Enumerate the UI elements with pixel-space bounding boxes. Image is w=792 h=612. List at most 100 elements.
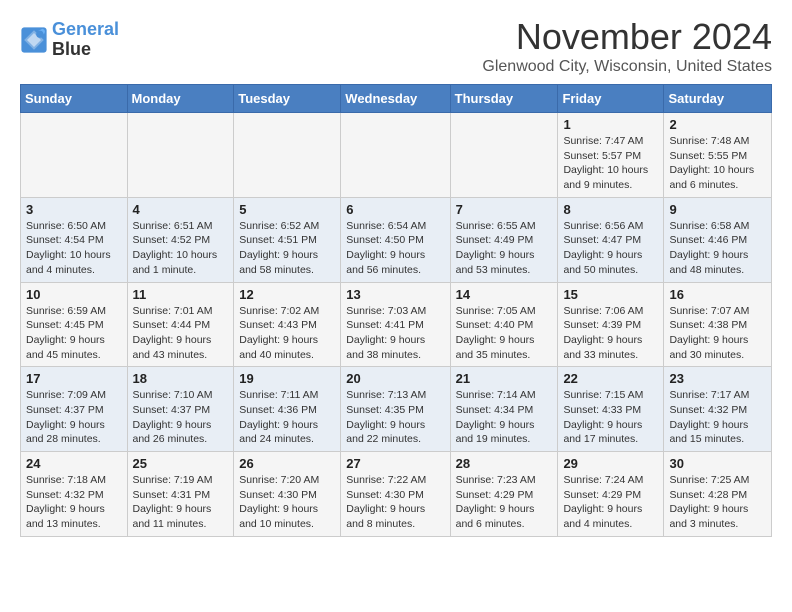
day-number: 8 — [563, 202, 658, 217]
day-info: Sunrise: 7:07 AM Sunset: 4:38 PM Dayligh… — [669, 304, 766, 363]
calendar-cell: 8 Sunrise: 6:56 AM Sunset: 4:47 PM Daylig… — [558, 197, 664, 282]
day-info: Sunrise: 7:47 AM Sunset: 5:57 PM Dayligh… — [563, 134, 658, 193]
day-number: 28 — [456, 456, 553, 471]
calendar-cell: 13 Sunrise: 7:03 AM Sunset: 4:41 PM Dayli… — [341, 282, 450, 367]
day-info: Sunrise: 6:52 AM Sunset: 4:51 PM Dayligh… — [239, 219, 335, 278]
day-number: 16 — [669, 287, 766, 302]
calendar-cell: 20 Sunrise: 7:13 AM Sunset: 4:35 PM Dayli… — [341, 367, 450, 452]
day-info: Sunrise: 7:25 AM Sunset: 4:28 PM Dayligh… — [669, 473, 766, 532]
calendar-cell: 12Sunrise: 7:02 AM Sunset: 4:43 PM Dayli… — [234, 282, 341, 367]
day-info: Sunrise: 7:09 AM Sunset: 4:37 PM Dayligh… — [26, 388, 122, 447]
day-number: 5 — [239, 202, 335, 217]
day-info: Sunrise: 7:48 AM Sunset: 5:55 PM Dayligh… — [669, 134, 766, 193]
calendar-week-row: 17Sunrise: 7:09 AM Sunset: 4:37 PM Dayli… — [21, 367, 772, 452]
day-number: 20 — [346, 371, 444, 386]
calendar-week-row: 3 Sunrise: 6:50 AM Sunset: 4:54 PM Daylig… — [21, 197, 772, 282]
day-info: Sunrise: 7:06 AM Sunset: 4:39 PM Dayligh… — [563, 304, 658, 363]
day-info: Sunrise: 7:01 AM Sunset: 4:44 PM Dayligh… — [133, 304, 229, 363]
calendar-cell: 14Sunrise: 7:05 AM Sunset: 4:40 PM Dayli… — [450, 282, 558, 367]
calendar-cell — [234, 113, 341, 198]
day-info: Sunrise: 6:54 AM Sunset: 4:50 PM Dayligh… — [346, 219, 444, 278]
day-number: 3 — [26, 202, 122, 217]
calendar-cell: 15 Sunrise: 7:06 AM Sunset: 4:39 PM Dayli… — [558, 282, 664, 367]
day-number: 26 — [239, 456, 335, 471]
calendar-cell: 26 Sunrise: 7:20 AM Sunset: 4:30 PM Dayli… — [234, 452, 341, 537]
day-info: Sunrise: 6:58 AM Sunset: 4:46 PM Dayligh… — [669, 219, 766, 278]
calendar-cell: 17Sunrise: 7:09 AM Sunset: 4:37 PM Dayli… — [21, 367, 128, 452]
day-info: Sunrise: 7:05 AM Sunset: 4:40 PM Dayligh… — [456, 304, 553, 363]
day-number: 13 — [346, 287, 444, 302]
day-of-week-header: Friday — [558, 85, 664, 113]
day-info: Sunrise: 7:11 AM Sunset: 4:36 PM Dayligh… — [239, 388, 335, 447]
calendar-cell: 11 Sunrise: 7:01 AM Sunset: 4:44 PM Dayli… — [127, 282, 234, 367]
calendar-table: SundayMondayTuesdayWednesdayThursdayFrid… — [20, 84, 772, 537]
day-number: 22 — [563, 371, 658, 386]
day-number: 30 — [669, 456, 766, 471]
day-number: 6 — [346, 202, 444, 217]
day-info: Sunrise: 7:02 AM Sunset: 4:43 PM Dayligh… — [239, 304, 335, 363]
calendar-week-row: 24 Sunrise: 7:18 AM Sunset: 4:32 PM Dayli… — [21, 452, 772, 537]
day-of-week-header: Tuesday — [234, 85, 341, 113]
calendar-cell: 18 Sunrise: 7:10 AM Sunset: 4:37 PM Dayli… — [127, 367, 234, 452]
day-number: 9 — [669, 202, 766, 217]
day-number: 25 — [133, 456, 229, 471]
calendar-cell — [341, 113, 450, 198]
day-number: 24 — [26, 456, 122, 471]
day-number: 2 — [669, 117, 766, 132]
calendar-cell: 25 Sunrise: 7:19 AM Sunset: 4:31 PM Dayli… — [127, 452, 234, 537]
calendar-cell: 23 Sunrise: 7:17 AM Sunset: 4:32 PM Dayli… — [664, 367, 772, 452]
calendar-cell — [21, 113, 128, 198]
calendar-cell: 4Sunrise: 6:51 AM Sunset: 4:52 PM Daylig… — [127, 197, 234, 282]
calendar-cell: 2 Sunrise: 7:48 AM Sunset: 5:55 PM Daylig… — [664, 113, 772, 198]
day-info: Sunrise: 7:20 AM Sunset: 4:30 PM Dayligh… — [239, 473, 335, 532]
day-number: 7 — [456, 202, 553, 217]
day-number: 1 — [563, 117, 658, 132]
day-info: Sunrise: 7:03 AM Sunset: 4:41 PM Dayligh… — [346, 304, 444, 363]
day-info: Sunrise: 7:17 AM Sunset: 4:32 PM Dayligh… — [669, 388, 766, 447]
logo-icon — [20, 26, 48, 54]
page-header: General Blue November 2024 Glenwood City… — [20, 16, 772, 76]
day-of-week-header: Monday — [127, 85, 234, 113]
calendar-header-row: SundayMondayTuesdayWednesdayThursdayFrid… — [21, 85, 772, 113]
day-info: Sunrise: 7:24 AM Sunset: 4:29 PM Dayligh… — [563, 473, 658, 532]
calendar-cell: 10 Sunrise: 6:59 AM Sunset: 4:45 PM Dayli… — [21, 282, 128, 367]
day-number: 23 — [669, 371, 766, 386]
day-info: Sunrise: 7:18 AM Sunset: 4:32 PM Dayligh… — [26, 473, 122, 532]
calendar-cell: 3 Sunrise: 6:50 AM Sunset: 4:54 PM Daylig… — [21, 197, 128, 282]
day-of-week-header: Thursday — [450, 85, 558, 113]
title-area: November 2024 Glenwood City, Wisconsin, … — [482, 16, 772, 76]
day-number: 18 — [133, 371, 229, 386]
day-number: 4 — [133, 202, 229, 217]
calendar-cell: 28Sunrise: 7:23 AM Sunset: 4:29 PM Dayli… — [450, 452, 558, 537]
day-info: Sunrise: 6:56 AM Sunset: 4:47 PM Dayligh… — [563, 219, 658, 278]
day-info: Sunrise: 7:14 AM Sunset: 4:34 PM Dayligh… — [456, 388, 553, 447]
day-info: Sunrise: 7:15 AM Sunset: 4:33 PM Dayligh… — [563, 388, 658, 447]
calendar-cell: 22 Sunrise: 7:15 AM Sunset: 4:33 PM Dayli… — [558, 367, 664, 452]
calendar-cell: 1 Sunrise: 7:47 AM Sunset: 5:57 PM Daylig… — [558, 113, 664, 198]
day-info: Sunrise: 7:10 AM Sunset: 4:37 PM Dayligh… — [133, 388, 229, 447]
day-number: 21 — [456, 371, 553, 386]
calendar-cell — [450, 113, 558, 198]
calendar-cell: 5 Sunrise: 6:52 AM Sunset: 4:51 PM Daylig… — [234, 197, 341, 282]
day-number: 29 — [563, 456, 658, 471]
calendar-cell: 30 Sunrise: 7:25 AM Sunset: 4:28 PM Dayli… — [664, 452, 772, 537]
calendar-cell — [127, 113, 234, 198]
calendar-cell: 27Sunrise: 7:22 AM Sunset: 4:30 PM Dayli… — [341, 452, 450, 537]
day-number: 15 — [563, 287, 658, 302]
day-info: Sunrise: 6:59 AM Sunset: 4:45 PM Dayligh… — [26, 304, 122, 363]
day-of-week-header: Wednesday — [341, 85, 450, 113]
day-info: Sunrise: 7:19 AM Sunset: 4:31 PM Dayligh… — [133, 473, 229, 532]
calendar-cell: 19Sunrise: 7:11 AM Sunset: 4:36 PM Dayli… — [234, 367, 341, 452]
day-number: 10 — [26, 287, 122, 302]
day-info: Sunrise: 6:50 AM Sunset: 4:54 PM Dayligh… — [26, 219, 122, 278]
calendar-cell: 16 Sunrise: 7:07 AM Sunset: 4:38 PM Dayli… — [664, 282, 772, 367]
day-info: Sunrise: 7:22 AM Sunset: 4:30 PM Dayligh… — [346, 473, 444, 532]
logo: General Blue — [20, 20, 119, 60]
day-info: Sunrise: 6:55 AM Sunset: 4:49 PM Dayligh… — [456, 219, 553, 278]
day-number: 11 — [133, 287, 229, 302]
calendar-cell: 24 Sunrise: 7:18 AM Sunset: 4:32 PM Dayli… — [21, 452, 128, 537]
location-title: Glenwood City, Wisconsin, United States — [482, 58, 772, 76]
day-of-week-header: Saturday — [664, 85, 772, 113]
day-info: Sunrise: 7:13 AM Sunset: 4:35 PM Dayligh… — [346, 388, 444, 447]
calendar-cell: 9 Sunrise: 6:58 AM Sunset: 4:46 PM Daylig… — [664, 197, 772, 282]
